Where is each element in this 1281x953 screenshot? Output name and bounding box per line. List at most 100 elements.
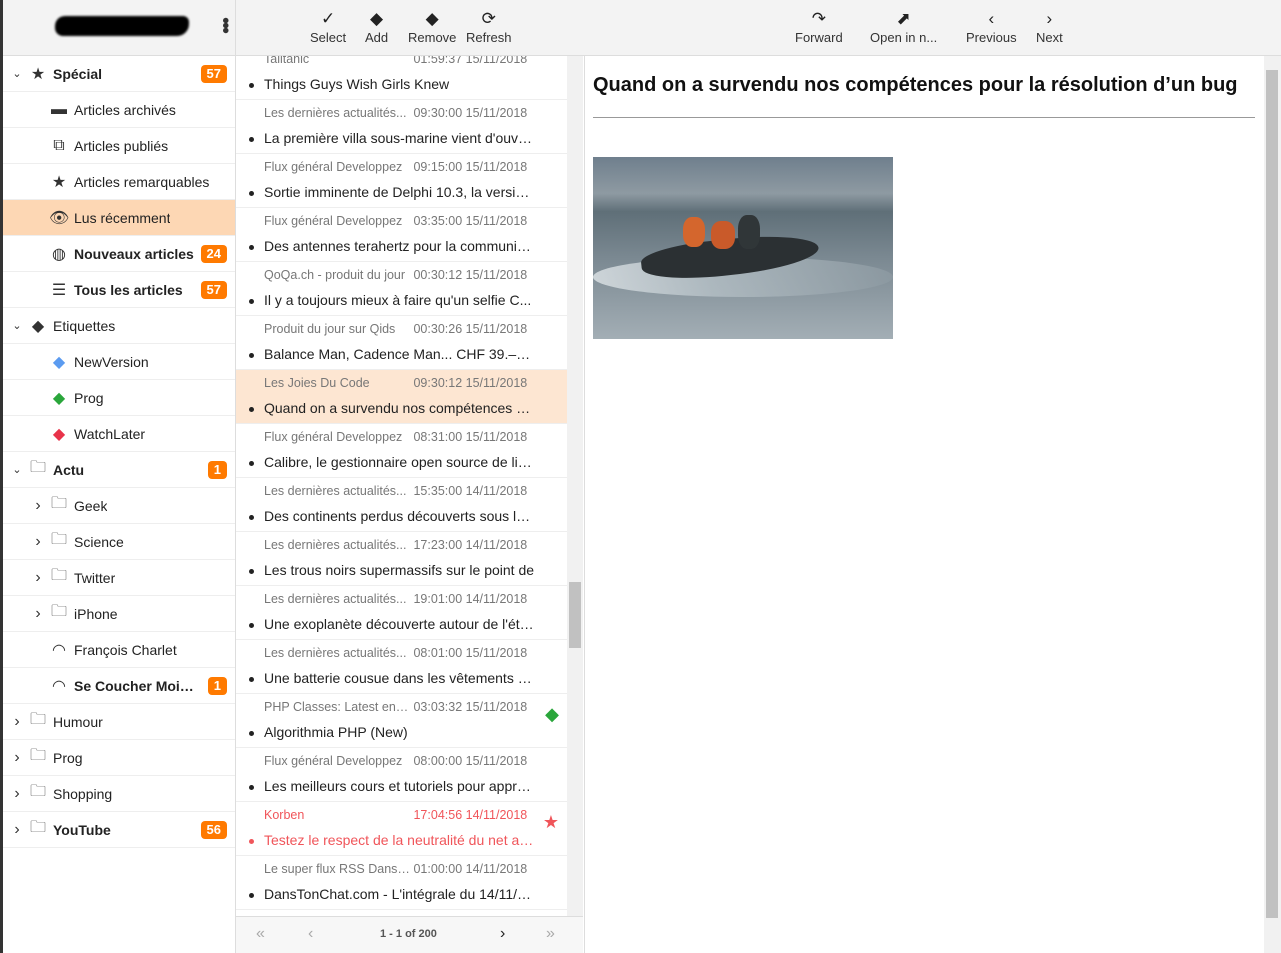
sidebar-item-label: Prog <box>53 749 83 766</box>
article-date: 03:35:00 15/11/2018 <box>413 214 528 228</box>
viewer-scrollbar[interactable] <box>1264 56 1281 953</box>
sidebar-item-newversion[interactable]: ◆ NewVersion <box>3 344 235 380</box>
sidebar-item-watchlater[interactable]: ◆ WatchLater <box>3 416 235 452</box>
sidebar-item-lus-r-cemment[interactable]: 👁 Lus récemment <box>3 200 235 236</box>
sidebar-item-se-coucher-moin-[interactable]: ◠ Se Coucher Moin... 1 <box>3 668 235 704</box>
sidebar-item-prog[interactable]: ◆ Prog <box>3 380 235 416</box>
article-row[interactable]: Les dernières actualités... 19:01:00 14/… <box>236 586 567 640</box>
article-date: 08:01:00 15/11/2018 <box>413 646 528 660</box>
external-link-icon: ⬈ <box>896 9 911 28</box>
article-date: 17:23:00 14/11/2018 <box>413 538 528 552</box>
article-row[interactable]: Flux général Developpez 08:31:00 15/11/2… <box>236 424 567 478</box>
viewer-scrollbar-thumb[interactable] <box>1266 70 1278 918</box>
chevron-right-icon[interactable]: › <box>12 785 22 803</box>
sidebar-item-science[interactable]: › 🗀 Science <box>3 524 235 560</box>
sidebar-item-iphone[interactable]: › 🗀 iPhone <box>3 596 235 632</box>
archive-icon: ▬ <box>51 100 67 118</box>
feed-tree: ⌄ ★ Spécial 57 ▬ Articles archivés ⧉ Articles p… <box>3 56 235 848</box>
article-row[interactable]: Les Joies Du Code 09:30:12 15/11/2018 Qua… <box>236 370 567 424</box>
sidebar-item-articles-publi-s[interactable]: ⧉ Articles publiés <box>3 128 235 164</box>
sidebar-item-articles-remarquables[interactable]: ★ Articles remarquables <box>3 164 235 200</box>
article-row[interactable]: Les dernières actualités... 08:01:00 15/… <box>236 640 567 694</box>
sidebar-item-prog[interactable]: › 🗀 Prog <box>3 740 235 776</box>
prev-page-button[interactable]: ‹ <box>308 925 313 943</box>
star-icon: ★ <box>51 173 67 191</box>
remove-button[interactable]: ◆ Remove <box>408 8 456 45</box>
chevron-right-icon[interactable]: › <box>33 533 43 551</box>
unread-dot-icon <box>249 245 254 250</box>
article-source: QoQa.ch - produit du jour <box>264 268 406 282</box>
folder-icon: 🗀 <box>29 747 46 764</box>
chevron-right-icon[interactable]: › <box>12 821 22 839</box>
unread-dot-icon <box>249 785 254 790</box>
article-title: Balance Man, Cadence Man... CHF 39.– au … <box>264 346 534 362</box>
more-menu-icon[interactable]: ••• <box>214 17 236 32</box>
list-scrollbar-thumb[interactable] <box>569 582 581 648</box>
list-scrollbar[interactable] <box>567 56 583 916</box>
chevron-right-icon[interactable]: › <box>33 569 43 587</box>
sidebar-item-articles-archiv-s[interactable]: ▬ Articles archivés <box>3 92 235 128</box>
chevron-right-icon[interactable]: › <box>12 713 22 731</box>
sidebar-item-geek[interactable]: › 🗀 Geek <box>3 488 235 524</box>
article-title: Things Guys Wish Girls Knew <box>264 76 450 92</box>
sidebar-item-shopping[interactable]: › 🗀 Shopping <box>3 776 235 812</box>
next-page-button[interactable]: › <box>500 925 505 943</box>
sidebar-item-twitter[interactable]: › 🗀 Twitter <box>3 560 235 596</box>
article-meta: Flux général Developpez 09:15:00 15/11/2… <box>264 160 527 174</box>
sidebar-item-humour[interactable]: › 🗀 Humour <box>3 704 235 740</box>
add-button[interactable]: ◆ Add <box>365 8 388 45</box>
sidebar-item-label: Humour <box>53 713 103 730</box>
chevron-right-icon[interactable]: › <box>12 749 22 767</box>
sidebar-item-actu[interactable]: ⌄ 🗀 Actu 1 <box>3 452 235 488</box>
unread-dot-icon <box>249 731 254 736</box>
article-source: Les dernières actualités... <box>264 106 407 120</box>
sidebar-item-sp-cial[interactable]: ⌄ ★ Spécial 57 <box>3 56 235 92</box>
open-in-n-button[interactable]: ⬈ Open in n... <box>870 8 937 45</box>
forward-button[interactable]: ↷ Forward <box>795 8 843 45</box>
article-row[interactable]: Korben 17:04:56 14/11/2018 Testez le resp… <box>236 802 567 856</box>
chevron-down-icon[interactable]: ⌄ <box>12 463 22 476</box>
refresh-button[interactable]: ⟳ Refresh <box>466 8 512 45</box>
sidebar-item-tous-les-articles[interactable]: ☰ Tous les articles 57 <box>3 272 235 308</box>
article-row[interactable]: Les dernières actualités... 17:23:00 14/… <box>236 532 567 586</box>
chevron-down-icon[interactable]: ⌄ <box>12 67 22 80</box>
sidebar-item-etiquettes[interactable]: ⌄ ◆ Etiquettes <box>3 308 235 344</box>
star-icon[interactable]: ★ <box>543 812 559 833</box>
article-row[interactable]: QoQa.ch - produit du jour 00:30:12 15/11… <box>236 262 567 316</box>
next-button[interactable]: › Next <box>1036 8 1063 45</box>
button-label: Forward <box>795 30 843 45</box>
last-page-button[interactable]: » <box>546 925 555 943</box>
sidebar-item-nouveaux-articles[interactable]: ◍ Nouveaux articles 24 <box>3 236 235 272</box>
button-label: Previous <box>966 30 1017 45</box>
folder-icon: 🗀 <box>50 495 67 512</box>
chevron-right-icon[interactable]: › <box>33 497 43 515</box>
star-icon: ★ <box>30 65 46 83</box>
article-row[interactable]: Taiitanic 01:59:37 15/11/2018 Things Guys… <box>236 56 567 100</box>
sidebar-item-label: Spécial <box>53 65 103 82</box>
article-source: Flux général Developpez <box>264 160 403 174</box>
article-viewer: Quand on a survendu nos compétences pour… <box>584 56 1264 953</box>
article-meta: Les dernières actualités... 19:01:00 14/… <box>264 592 527 606</box>
article-row[interactable]: Le super flux RSS DansTonChat 01:00:00 1… <box>236 856 567 910</box>
previous-button[interactable]: ‹ Previous <box>966 8 1017 45</box>
first-page-button[interactable]: « <box>256 925 265 943</box>
article-row[interactable]: Les dernières actualités... 15:35:00 14/… <box>236 478 567 532</box>
article-date: 19:01:00 14/11/2018 <box>413 592 528 606</box>
article-row[interactable]: Les dernières actualités... 09:30:00 15/… <box>236 100 567 154</box>
tag-icon[interactable]: ◆ <box>545 704 559 725</box>
article-row[interactable]: Flux général Developpez 08:00:00 15/11/2… <box>236 748 567 802</box>
article-source: Flux général Developpez <box>264 754 403 768</box>
sidebar-item-label: YouTube <box>53 821 111 838</box>
article-row[interactable]: Flux général Developpez 09:15:00 15/11/2… <box>236 154 567 208</box>
select-button[interactable]: ✓ Select <box>310 8 346 45</box>
chevron-down-icon[interactable]: ⌄ <box>12 319 22 332</box>
article-row[interactable]: Produit du jour sur Qids 00:30:26 15/11/… <box>236 316 567 370</box>
refresh-icon: ⟳ <box>481 9 496 28</box>
article-row[interactable]: PHP Classes: Latest entries 03:03:32 15/… <box>236 694 567 748</box>
folder-icon: 🗀 <box>29 459 46 476</box>
sidebar-item-fran-ois-charlet[interactable]: ◠ François Charlet <box>3 632 235 668</box>
article-row[interactable]: Flux général Developpez 03:35:00 15/11/2… <box>236 208 567 262</box>
tag-icon: ◆ <box>52 425 66 443</box>
chevron-right-icon[interactable]: › <box>33 605 43 623</box>
sidebar-item-youtube[interactable]: › 🗀 YouTube 56 <box>3 812 235 848</box>
